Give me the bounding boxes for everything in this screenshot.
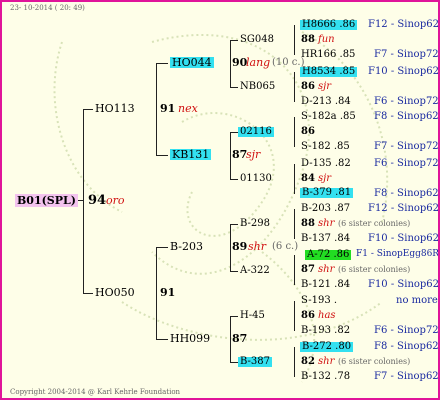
gen2-code-3[interactable]: B-203 — [170, 241, 203, 252]
gen4-number-2: 86 — [301, 81, 315, 92]
root-queen-number: 94 — [88, 193, 107, 208]
gen4-number-1: 88 — [301, 34, 315, 45]
gen2-code-2[interactable]: KB131 — [170, 149, 212, 160]
gen4-bottom-right-1: F7 - Sinop72R — [374, 49, 440, 60]
gen4-breed-7: has — [318, 310, 336, 321]
dam-code[interactable]: HO050 — [95, 287, 135, 298]
gen4-top-right-1: F12 - Sinop62R — [368, 19, 440, 30]
gen4-bottom-right-4: F8 - Sinop62R — [374, 188, 440, 199]
sire-number: 91 — [160, 102, 176, 115]
gen2-number-4: 87 — [232, 332, 248, 345]
gen4-top-3[interactable]: S-182a .85 — [301, 112, 356, 122]
gen4-top-1[interactable]: H8666 .86 — [300, 20, 358, 30]
gen4-bottom-right-2: F6 - Sinop72R — [374, 96, 440, 107]
gen3-code-3[interactable]: 02116 — [238, 127, 274, 137]
gen3-code-8[interactable]: B-387 — [238, 357, 272, 367]
gen4-number-4: 84 — [301, 173, 315, 184]
gen2-breed-1: lang — [246, 56, 271, 69]
gen4-bottom-1[interactable]: HR166 .85 — [301, 50, 355, 60]
sire-code[interactable]: HO113 — [95, 103, 135, 114]
gen4-bottom-8[interactable]: B-132 .78 — [301, 372, 350, 382]
gen4-bottom-right-8: F7 - Sinop62R — [374, 371, 440, 382]
gen4-number-8: 82 — [301, 356, 315, 367]
gen4-bottom-2[interactable]: D-213 .84 — [301, 97, 351, 107]
gen4-note-5: (6 sister colonies) — [338, 219, 411, 228]
gen2-code-4[interactable]: HH099 — [170, 333, 210, 344]
gen3-code-4[interactable]: 01130 — [240, 174, 272, 184]
gen4-note-8: (6 sister colonies) — [338, 357, 411, 366]
gen4-bottom-right-3: F7 - Sinop72R — [374, 141, 440, 152]
gen2-extra-3: (6 c.) — [272, 241, 299, 252]
gen2-breed-2: sjr — [246, 148, 261, 161]
sire-breed: nex — [178, 102, 198, 115]
gen4-top-right-8: F8 - Sinop62R — [374, 341, 440, 352]
gen4-number-3: 86 — [301, 126, 315, 137]
gen4-top-5[interactable]: B-203 .87 — [301, 204, 350, 214]
gen4-bottom-6[interactable]: B-121 .84 — [301, 280, 350, 290]
copyright-footer: Copyright 2004-2014 @ Karl Kehrle Founda… — [10, 388, 181, 396]
gen4-top-right-2: F10 - Sinop62R — [368, 66, 440, 77]
gen4-top-6[interactable]: A-72 .86 — [305, 250, 352, 260]
gen4-bottom-4[interactable]: B-379 .81 — [300, 188, 354, 198]
gen2-number-3: 89 — [232, 240, 248, 253]
gen4-breed-1: fun — [318, 34, 335, 45]
root-queen-breed: oro — [106, 194, 125, 207]
gen4-number-7: 86 — [301, 310, 315, 321]
gen4-top-right-3: F8 - Sinop62R — [374, 111, 440, 122]
gen4-note-6: (6 sister colonies) — [338, 265, 411, 274]
gen3-code-2[interactable]: NB065 — [240, 82, 275, 92]
gen4-top-right-4: F6 - Sinop72R — [374, 158, 440, 169]
root-queen-code[interactable]: B01(SPL) — [15, 194, 78, 207]
gen4-top-7[interactable]: S-193 . — [301, 296, 337, 306]
gen4-number-5: 88 — [301, 218, 315, 229]
gen2-code-1[interactable]: HO044 — [170, 57, 214, 68]
gen4-top-8[interactable]: B-272 .80 — [300, 342, 354, 352]
gen3-code-6[interactable]: A-322 — [240, 266, 270, 276]
gen4-top-right-5: F12 - Sinop62R — [368, 203, 440, 214]
gen4-top-4[interactable]: D-135 .82 — [301, 159, 351, 169]
gen4-breed-5: shr — [318, 218, 335, 229]
gen4-number-6: 87 — [301, 264, 315, 275]
gen4-top-right-7: no more — [396, 295, 438, 306]
gen4-bottom-right-6: F10 - Sinop62R — [368, 279, 440, 290]
gen4-breed-4: sjr — [318, 173, 332, 184]
gen3-code-5[interactable]: B-298 — [240, 219, 270, 229]
gen4-bottom-5[interactable]: B-137 .84 — [301, 234, 350, 244]
gen4-breed-2: sjr — [318, 81, 332, 92]
gen3-code-1[interactable]: SG048 — [240, 35, 274, 45]
gen4-bottom-right-7: F6 - Sinop72R — [374, 325, 440, 336]
gen4-top-2[interactable]: H8534 .85 — [300, 67, 358, 77]
pedigree-frame: 23- 10-2014 ( 20: 49) Copyright 2004-201… — [0, 0, 440, 400]
date-header: 23- 10-2014 ( 20: 49) — [10, 4, 85, 12]
gen4-breed-6: shr — [318, 264, 335, 275]
gen4-top-right-6: F1 - SinopEgg86R — [356, 249, 440, 259]
gen4-bottom-right-5: F10 - Sinop62R — [368, 233, 440, 244]
gen4-breed-8: shr — [318, 356, 335, 367]
gen3-code-7[interactable]: H-45 — [240, 311, 265, 321]
dam-number: 91 — [160, 286, 176, 299]
gen4-bottom-7[interactable]: B-193 .82 — [301, 326, 350, 336]
gen4-bottom-3[interactable]: S-182 .85 — [301, 142, 350, 152]
gen2-breed-3: shr — [248, 240, 266, 253]
